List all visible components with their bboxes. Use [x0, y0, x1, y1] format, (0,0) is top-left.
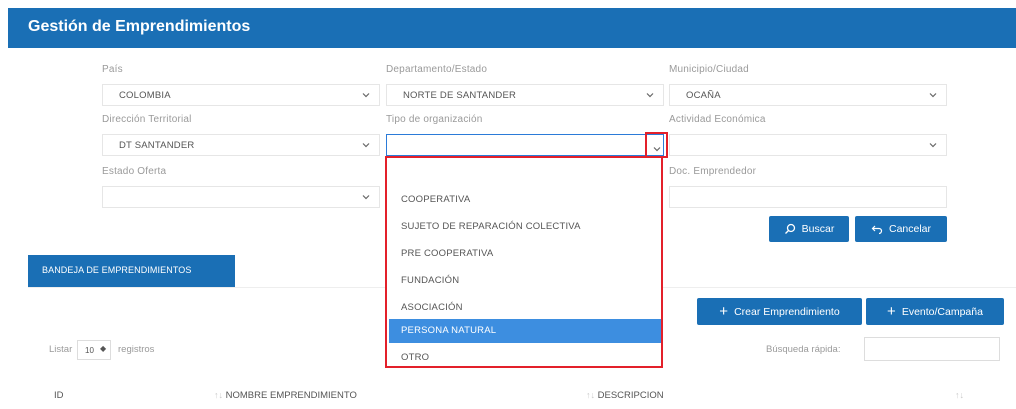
pais-select[interactable]: COLOMBIA: [102, 84, 380, 106]
column-header-nombre[interactable]: ↑↓ NOMBRE EMPRENDIMIENTO: [214, 390, 357, 409]
chevron-down-icon: [928, 90, 938, 100]
estado-oferta-select[interactable]: [102, 186, 380, 208]
evento-label: Evento/Campaña: [901, 305, 983, 318]
plus-icon: +: [719, 302, 729, 320]
column-id-label: ID: [54, 390, 64, 401]
column-header-descripcion[interactable]: ↑↓ DESCRIPCION: [586, 390, 664, 409]
chevron-down-icon: [645, 90, 655, 100]
doc-emprendedor-input[interactable]: [669, 186, 947, 208]
stepper-icon: ◆: [100, 344, 107, 353]
column-header-extra[interactable]: ↑↓: [955, 390, 964, 409]
doc-emprendedor-label: Doc. Emprendedor: [669, 166, 757, 177]
departamento-select[interactable]: NORTE DE SANTANDER: [386, 84, 664, 106]
cancelar-label: Cancelar: [888, 223, 932, 235]
registros-label: registros: [118, 344, 155, 355]
tipo-org-label: Tipo de organización: [386, 114, 483, 125]
direccion-select[interactable]: DT SANTANDER: [102, 134, 380, 156]
cancelar-button[interactable]: Cancelar: [855, 216, 947, 242]
busqueda-input[interactable]: [864, 337, 1000, 361]
municipio-value: OCAÑA: [686, 90, 721, 101]
page-size-value: 10: [85, 346, 94, 355]
chevron-down-icon: [361, 90, 371, 100]
page-size-select[interactable]: 10 ◆: [77, 340, 111, 360]
buscar-button[interactable]: Buscar: [769, 216, 849, 242]
dropdown-option-sujeto-reparacion[interactable]: SUJETO DE REPARACIÓN COLECTIVA: [389, 215, 661, 239]
chevron-down-icon: [361, 140, 371, 150]
chevron-down-icon: [928, 140, 938, 150]
actividad-select[interactable]: [669, 134, 947, 156]
column-descripcion-label: DESCRIPCION: [597, 390, 664, 401]
tipo-org-select[interactable]: [386, 134, 664, 156]
buscar-label: Buscar: [801, 223, 835, 235]
chevron-highlight-box[interactable]: [645, 132, 668, 158]
direccion-label: Dirección Territorial: [102, 114, 192, 125]
pais-label: País: [102, 64, 123, 75]
undo-icon: [871, 223, 883, 235]
evento-campana-button[interactable]: + Evento/Campaña: [866, 298, 1004, 325]
municipio-select[interactable]: OCAÑA: [669, 84, 947, 106]
tab-bandeja[interactable]: BANDEJA DE EMPRENDIMIENTOS: [28, 255, 235, 287]
sort-icon: ↑↓: [955, 390, 964, 400]
pais-value: COLOMBIA: [119, 90, 171, 101]
direccion-value: DT SANTANDER: [119, 140, 195, 151]
sort-icon: ↑↓: [586, 390, 595, 400]
plus-icon: +: [887, 302, 896, 320]
tipo-org-dropdown: COOPERATIVA SUJETO DE REPARACIÓN COLECTI…: [385, 156, 663, 368]
column-header-id[interactable]: ID: [54, 390, 64, 409]
crear-emprendimiento-button[interactable]: + Crear Emprendimiento: [697, 298, 862, 325]
dropdown-option-empty[interactable]: [389, 162, 661, 186]
municipio-label: Municipio/Ciudad: [669, 64, 749, 75]
dropdown-option-persona-natural[interactable]: PERSONA NATURAL: [389, 319, 661, 343]
tab-bandeja-label: BANDEJA DE EMPRENDIMIENTOS: [42, 265, 192, 275]
busqueda-label: Búsqueda rápida:: [766, 344, 841, 355]
dropdown-option-fundacion[interactable]: FUNDACIÓN: [389, 269, 661, 293]
estado-oferta-label: Estado Oferta: [102, 166, 167, 177]
actividad-label: Actividad Económica: [669, 114, 766, 125]
page-header: Gestión de Emprendimientos: [8, 8, 1016, 48]
departamento-label: Departamento/Estado: [386, 64, 488, 75]
column-nombre-label: NOMBRE EMPRENDIMIENTO: [225, 390, 357, 401]
chevron-down-icon: [361, 192, 371, 202]
dropdown-option-asociacion[interactable]: ASOCIACIÓN: [389, 296, 661, 320]
listar-label: Listar: [49, 344, 73, 355]
dropdown-option-otro[interactable]: OTRO: [389, 346, 661, 370]
sort-icon: ↑↓: [214, 390, 223, 400]
search-icon: [784, 223, 796, 235]
dropdown-option-cooperativa[interactable]: COOPERATIVA: [389, 188, 661, 212]
dropdown-option-pre-cooperativa[interactable]: PRE COOPERATIVA: [389, 242, 661, 266]
page-title: Gestión de Emprendimientos: [28, 18, 251, 35]
crear-label: Crear Emprendimiento: [734, 305, 840, 318]
departamento-value: NORTE DE SANTANDER: [403, 90, 517, 101]
